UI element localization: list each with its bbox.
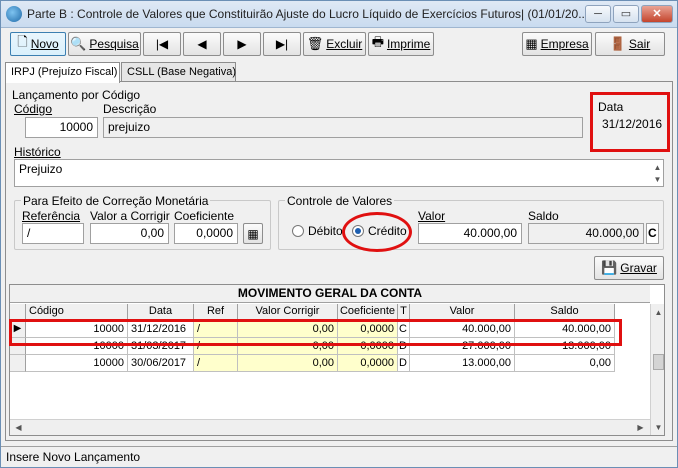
trash-icon: 🗑 — [306, 36, 324, 51]
referencia-label: Referência — [22, 209, 81, 223]
imprime-button[interactable]: 🖶 Imprime — [368, 32, 434, 56]
novo-button[interactable]: 🗋 Novo — [10, 32, 66, 56]
grid-vertical-scrollbar[interactable]: ▲ ▼ — [650, 304, 664, 435]
status-text: Insere Novo Lançamento — [6, 450, 141, 464]
scroll-down-icon[interactable]: ▼ — [651, 173, 664, 186]
gravar-button[interactable]: 💾 Gravar — [594, 256, 664, 280]
historico-label: Histórico — [14, 145, 61, 159]
table-cell[interactable]: 0,0000 — [338, 355, 398, 372]
scroll-up-icon[interactable]: ▲ — [652, 306, 664, 319]
table-cell[interactable]: 0,00 — [238, 355, 338, 372]
first-record-button[interactable]: |◀ — [143, 32, 181, 56]
codigo-label: Código — [14, 102, 53, 116]
historico-field[interactable]: Prejuizo — [14, 159, 664, 187]
printer-icon: 🖶 — [371, 34, 384, 49]
grid-header-ref[interactable]: Ref — [194, 304, 238, 320]
new-document-icon: 🗋 — [17, 34, 28, 49]
valor-corrigir-field[interactable]: 0,00 — [90, 223, 169, 244]
saldo-label: Saldo — [528, 209, 559, 223]
next-record-button[interactable]: ▶ — [223, 32, 261, 56]
title-bar[interactable]: Parte B : Controle de Valores que Consti… — [1, 1, 677, 28]
coeficiente-field[interactable]: 0,0000 — [174, 223, 238, 244]
last-record-button[interactable]: ▶| — [263, 32, 301, 56]
row-indicator — [10, 355, 26, 372]
pesquisa-button[interactable]: 🔍 Pesquisa — [68, 32, 141, 56]
grid-header-saldo[interactable]: Saldo — [515, 304, 615, 320]
grid-header-data[interactable]: Data — [128, 304, 194, 320]
grid-header-tipo[interactable]: T — [398, 304, 410, 320]
window-title: Parte B : Controle de Valores que Consti… — [27, 7, 589, 21]
scroll-right-icon[interactable]: ▶ — [634, 421, 647, 434]
grid-title: MOVIMENTO GERAL DA CONTA — [10, 285, 650, 303]
lancamento-group-label: Lançamento por Código — [12, 88, 141, 102]
valor-field[interactable]: 40.000,00 — [418, 223, 522, 244]
restore-button[interactable]: ▭ — [613, 5, 639, 23]
toolbar: 🗋 Novo 🔍 Pesquisa |◀ ◀ ▶ ▶| 🗑 Excluir 🖶 … — [1, 29, 677, 59]
debito-radio[interactable]: Débito — [292, 224, 343, 238]
table-cell[interactable]: / — [194, 355, 238, 372]
scroll-thumb[interactable] — [653, 354, 664, 370]
data-highlight-box — [590, 92, 670, 152]
saldo-flag: C — [646, 223, 659, 244]
codigo-field[interactable]: 10000 — [25, 117, 98, 138]
save-icon: 💾 — [601, 260, 618, 275]
scroll-down-icon[interactable]: ▼ — [652, 421, 664, 434]
debito-radio-dot — [292, 225, 304, 237]
status-bar: Insere Novo Lançamento — [1, 446, 677, 467]
grid-header-valor[interactable]: Valor — [410, 304, 515, 320]
descricao-field[interactable]: prejuizo — [103, 117, 583, 138]
descricao-label: Descrição — [103, 102, 157, 116]
movimento-grid[interactable]: MOVIMENTO GERAL DA CONTA Código Data Ref… — [9, 284, 665, 436]
referencia-field[interactable]: / — [22, 223, 84, 244]
previous-record-button[interactable]: ◀ — [183, 32, 221, 56]
close-button[interactable]: ✕ — [641, 5, 673, 23]
grid-header-codigo[interactable]: Código — [26, 304, 128, 320]
search-icon: 🔍 — [70, 36, 87, 51]
controle-group-label: Controle de Valores — [285, 194, 395, 208]
valor-label: Valor — [418, 209, 446, 223]
sair-button[interactable]: 🚪 Sair — [595, 32, 665, 56]
grid-header-coeficiente[interactable]: Coeficiente — [338, 304, 398, 320]
minimize-button[interactable]: ─ — [585, 5, 611, 23]
table-cell[interactable]: 30/06/2017 — [128, 355, 194, 372]
correcao-group-label: Para Efeito de Correção Monetária — [21, 194, 211, 208]
row-highlight-box — [9, 319, 622, 346]
table-cell[interactable]: 13.000,00 — [410, 355, 515, 372]
coeficiente-label: Coeficiente — [174, 209, 235, 223]
tab-csll[interactable]: CSLL (Base Negativa) — [121, 62, 236, 82]
valor-corrigir-label: Valor a Corrigir — [90, 209, 170, 223]
credito-highlight-oval — [342, 212, 412, 252]
calculator-icon[interactable]: ▦ — [243, 223, 263, 244]
tab-irpj[interactable]: IRPJ (Prejuízo Fiscal) — [5, 62, 120, 83]
app-icon — [6, 6, 22, 22]
excluir-button[interactable]: 🗑 Excluir — [303, 32, 366, 56]
table-cell[interactable]: 0,00 — [515, 355, 615, 372]
saldo-field: 40.000,00 — [528, 223, 644, 244]
empresa-button[interactable]: ▦ Empresa — [522, 32, 592, 56]
grid-horizontal-scrollbar[interactable]: ◀ ▶ — [10, 419, 650, 435]
table-cell[interactable]: D — [398, 355, 410, 372]
calendar-icon: ▦ — [525, 36, 538, 51]
table-cell[interactable]: 10000 — [26, 355, 128, 372]
grid-header-indicator — [10, 304, 26, 320]
exit-door-icon: 🚪 — [609, 36, 626, 51]
main-window: Parte B : Controle de Valores que Consti… — [0, 0, 678, 468]
grid-header-valor-corrigir[interactable]: Valor Corrigir — [238, 304, 338, 320]
scroll-left-icon[interactable]: ◀ — [12, 421, 25, 434]
